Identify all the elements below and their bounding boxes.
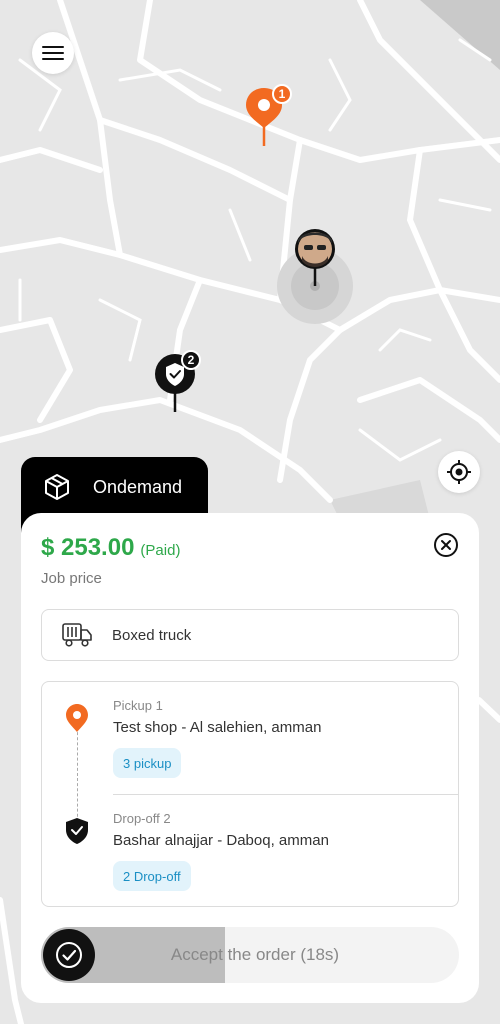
close-circle-icon [434,533,458,557]
accept-order-label: Accept the order (18s) [170,945,340,964]
close-button[interactable] [433,532,459,558]
vehicle-type-box: Boxed truck [41,609,459,661]
job-price-value: $ 253.00 [41,534,135,561]
dropoff-count-chip: 2 Drop-off [113,861,191,891]
stop-title: Drop-off 2 [113,811,171,826]
dropoff-count-badge: 2 [181,350,201,370]
dropoff-map-pin[interactable]: 2 [153,350,205,416]
payment-status: (Paid) [140,542,181,559]
dropoff-check-icon [66,818,88,844]
recenter-location-button[interactable] [438,451,480,493]
driver-location-marker[interactable] [276,228,354,326]
driver-pulse-circle [277,229,353,324]
pickup-pin-icon [66,704,88,732]
accept-order-slider[interactable]: Accept the order (18s) [41,927,459,983]
stop-title: Pickup 1 [113,698,163,713]
job-price-label: Job price [41,570,102,587]
pickup-count-badge: 1 [272,84,292,104]
order-details-card: $ 253.00 (Paid) Job price Boxed truck Pi… [21,513,479,1003]
order-type-label: Ondemand [93,477,183,497]
route-stops-list: Pickup 1 Test shop - Al salehien, amman … [41,681,459,907]
vehicle-type-label: Boxed truck [112,626,192,644]
price-row: $ 253.00 (Paid) [41,534,180,562]
truck-icon [62,623,92,647]
pickup-count-chip: 3 pickup [113,748,182,778]
check-circle-icon [56,942,82,968]
pickup-map-pin[interactable]: 1 [244,84,292,150]
stop-address: Bashar alnajjar - Daboq, amman [113,832,329,849]
stop-item-pickup[interactable]: Pickup 1 Test shop - Al salehien, amman … [42,682,460,794]
slider-knob[interactable] [43,929,95,981]
crosshair-icon [447,460,471,484]
package-icon [45,474,69,500]
menu-button[interactable] [32,32,74,74]
stop-address: Test shop - Al salehien, amman [113,719,322,736]
hamburger-icon [42,46,64,60]
stop-item-dropoff[interactable]: Drop-off 2 Bashar alnajjar - Daboq, amma… [42,795,460,907]
